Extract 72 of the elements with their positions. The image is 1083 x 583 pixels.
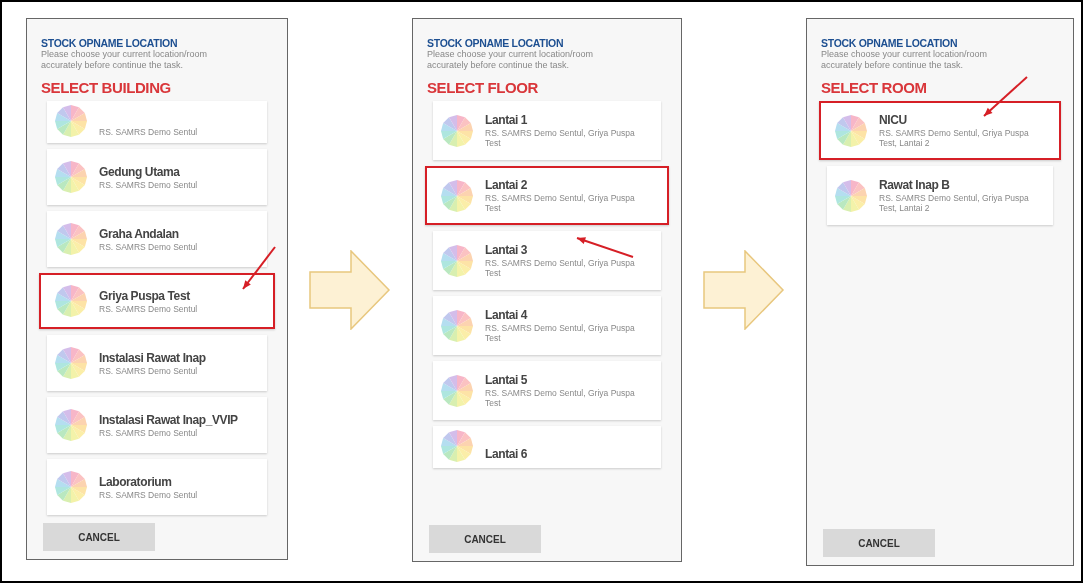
pastel-pie-icon (441, 114, 473, 147)
cancel-button[interactable]: CANCEL (429, 525, 541, 553)
section-heading: SELECT FLOOR (427, 79, 540, 97)
item-name: Laboratorium (99, 474, 172, 490)
item-address: RS. SAMRS Demo Sentul (99, 241, 198, 252)
item-name: Lantai 4 (485, 308, 528, 323)
item-address: RS. SAMRS Demo Sentul, Griya Puspa Test (485, 388, 635, 408)
pastel-pie-icon (441, 374, 473, 407)
location-item[interactable]: Lantai 1 RS. SAMRS Demo Sentul, Griya Puspa Test (433, 101, 661, 160)
item-name: Instalasi Rawat Inap (99, 350, 206, 366)
pastel-pie-icon (835, 179, 867, 212)
item-address: RS. SAMRS Demo Sentul (99, 489, 198, 500)
item-address: RS. SAMRS Demo Sentul (99, 365, 198, 376)
screen-description: Please choose your current location/room accurately before continue the task. (427, 49, 595, 71)
item-name: Lantai 5 (485, 373, 528, 388)
location-item[interactable]: Gedung Utama RS. SAMRS Demo Sentul (47, 149, 267, 205)
cancel-button[interactable]: CANCEL (43, 523, 155, 551)
location-item[interactable]: Laboratorium RS. SAMRS Demo Sentul (47, 459, 267, 515)
location-item[interactable]: Lantai 6 (433, 426, 661, 468)
item-name: Lantai 3 (485, 243, 528, 258)
item-name: Gedung Utama (99, 164, 180, 180)
screen-description: Please choose your current location/room accurately before continue the task. (821, 49, 989, 71)
item-address: RS. SAMRS Demo Sentul, Griya Puspa Test (485, 193, 635, 213)
location-item[interactable]: NICU RS. SAMRS Demo Sentul, Griya Puspa Test, Lantai 2 (819, 101, 1061, 160)
right-arrow-icon (703, 250, 785, 330)
pastel-pie-icon (55, 471, 87, 503)
screen-title: STOCK OPNAME LOCATION (41, 37, 179, 49)
item-address: RS. SAMRS Demo Sentul (99, 179, 198, 190)
pastel-pie-icon (55, 105, 87, 137)
screen-title: STOCK OPNAME LOCATION (427, 37, 565, 49)
item-name: Lantai 2 (485, 178, 528, 193)
item-address: RS. SAMRS Demo Sentul, Griya Puspa Test, Lantai 2 (879, 128, 1029, 148)
screen-description: Please choose your current location/room accurately before continue the task. (41, 49, 209, 71)
item-name: Rawat Inap B (879, 178, 950, 193)
section-heading: SELECT BUILDING (41, 79, 172, 97)
item-name: Griya Puspa Test (99, 288, 190, 304)
item-address: RS. SAMRS Demo Sentul, Griya Puspa Test (485, 258, 635, 278)
item-address: RS. SAMRS Demo Sentul (99, 427, 198, 438)
item-address: RS. SAMRS Demo Sentul, Griya Puspa Test, Lantai 2 (879, 193, 1029, 213)
pastel-pie-icon (441, 430, 473, 462)
location-item[interactable]: Lantai 5 RS. SAMRS Demo Sentul, Griya Puspa Test (433, 361, 661, 420)
location-item[interactable]: Lantai 3 RS. SAMRS Demo Sentul, Griya Puspa Test (433, 231, 661, 290)
item-name: NICU (879, 113, 907, 128)
location-item[interactable]: Instalasi Rawat Inap_VVIP RS. SAMRS Demo Sentul (47, 397, 267, 453)
cancel-button[interactable]: CANCEL (823, 529, 935, 557)
screen-title: STOCK OPNAME LOCATION (821, 37, 959, 49)
pastel-pie-icon (441, 309, 473, 342)
item-name: Graha Andalan (99, 226, 179, 242)
item-address: RS. SAMRS Demo Sentul, Griya Puspa Test (485, 128, 635, 148)
pastel-pie-icon (441, 179, 473, 212)
location-item[interactable]: Instalasi Rawat Inap RS. SAMRS Demo Sentul (47, 335, 267, 391)
pastel-pie-icon (55, 409, 87, 441)
pastel-pie-icon (441, 244, 473, 277)
section-heading: SELECT ROOM (821, 79, 928, 97)
item-name: Instalasi Rawat Inap_VVIP (99, 412, 238, 428)
location-item[interactable]: Griya Puspa Test RS. SAMRS Demo Sentul (39, 273, 275, 329)
location-item[interactable]: Lantai 2 RS. SAMRS Demo Sentul, Griya Puspa Test (425, 166, 669, 225)
item-address: RS. SAMRS Demo Sentul (99, 127, 198, 137)
pastel-pie-icon (55, 223, 87, 255)
location-item[interactable]: Rawat Inap B RS. SAMRS Demo Sentul, Griya Puspa Test, Lantai 2 (827, 166, 1053, 225)
location-item[interactable]: Graha Andalan RS. SAMRS Demo Sentul (47, 211, 267, 267)
item-name: Lantai 6 (485, 447, 528, 462)
location-item[interactable]: Lantai 4 RS. SAMRS Demo Sentul, Griya Puspa Test (433, 296, 661, 355)
item-address: RS. SAMRS Demo Sentul, Griya Puspa Test (485, 323, 635, 343)
pastel-pie-icon (55, 347, 87, 379)
right-arrow-icon (309, 250, 391, 330)
item-name: Lantai 1 (485, 113, 528, 128)
pastel-pie-icon (55, 161, 87, 193)
location-item[interactable]: RS. SAMRS Demo Sentul (47, 101, 267, 143)
pastel-pie-icon (55, 285, 87, 317)
pastel-pie-icon (835, 114, 867, 147)
item-address: RS. SAMRS Demo Sentul (99, 303, 198, 314)
